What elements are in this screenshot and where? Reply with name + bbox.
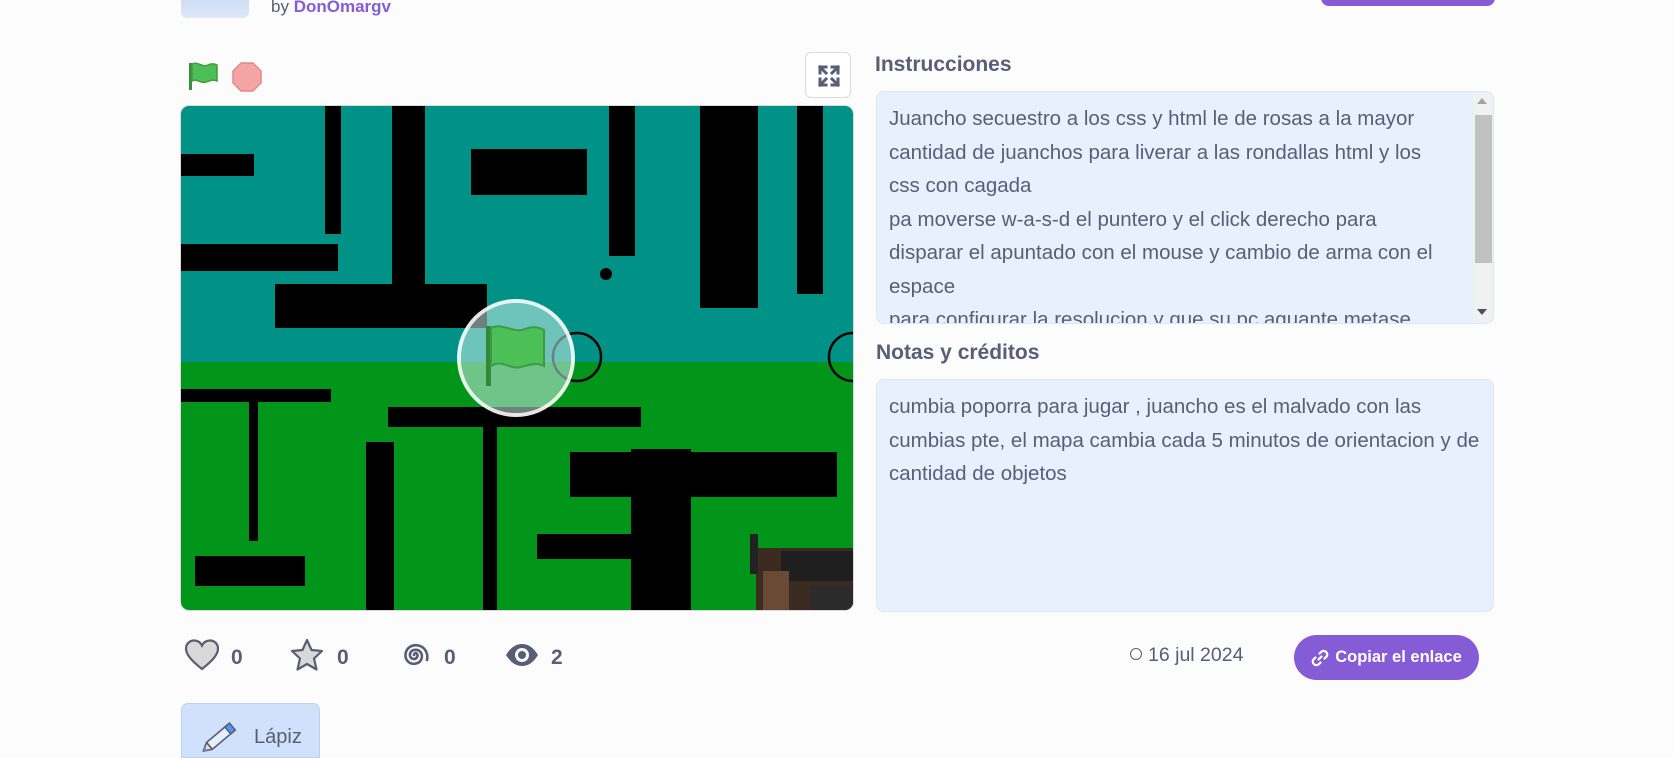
favorite-count: 0	[337, 646, 349, 669]
clock-icon	[1130, 648, 1142, 660]
remix-spiral-icon	[404, 643, 429, 666]
instructions-scrollbar[interactable]	[1473, 93, 1492, 322]
remix-count: 0	[444, 646, 456, 669]
favorite-stat[interactable]: 0	[289, 638, 359, 678]
stop-icon	[232, 62, 262, 92]
views-count: 2	[551, 646, 563, 669]
extension-chip: Lápiz	[181, 703, 320, 758]
views-stat: 2	[504, 638, 574, 678]
notes-text: cumbia poporra para jugar , juancho es e…	[889, 395, 1480, 485]
fullscreen-button[interactable]	[805, 52, 851, 98]
star-icon	[290, 638, 324, 671]
green-flag-icon	[189, 62, 218, 90]
stop-button[interactable]	[232, 62, 262, 92]
heart-icon	[184, 639, 220, 671]
extension-label: Lápiz	[254, 726, 302, 748]
remix-stat: 0	[397, 638, 467, 678]
scroll-up-arrow-icon[interactable]	[1477, 98, 1487, 104]
notes-title: Notas y créditos	[876, 341, 1040, 364]
header-action-button[interactable]	[1321, 0, 1495, 6]
link-icon	[1311, 649, 1329, 666]
author-avatar[interactable]	[181, 0, 249, 18]
instructions-title: Instrucciones	[875, 53, 1012, 76]
byline: by DonOmargv	[271, 0, 391, 17]
scroll-thumb[interactable]	[1475, 115, 1492, 263]
eye-icon	[506, 644, 538, 666]
copy-link-button[interactable]: Copiar el enlace	[1294, 635, 1479, 680]
scroll-down-arrow-icon[interactable]	[1477, 309, 1487, 315]
author-link[interactable]: DonOmargv	[294, 0, 391, 16]
notes-textarea[interactable]: cumbia poporra para jugar , juancho es e…	[876, 379, 1494, 612]
green-flag-button[interactable]	[186, 60, 220, 92]
copy-link-label: Copiar el enlace	[1335, 648, 1462, 666]
fullscreen-icon	[817, 64, 841, 88]
love-stat[interactable]: 0	[184, 638, 254, 678]
instructions-textarea[interactable]: Juancho secuestro a los css y html le de…	[876, 91, 1494, 324]
instructions-text: Juancho secuestro a los css y html le de…	[889, 107, 1433, 324]
pencil-icon	[202, 722, 237, 752]
start-project-button[interactable]	[461, 303, 571, 413]
love-count: 0	[231, 646, 243, 669]
share-date-text: 16 jul 2024	[1148, 644, 1244, 666]
share-date: 16 jul 2024	[1130, 644, 1243, 667]
green-flag-overlay-icon	[486, 325, 545, 386]
byline-prefix: by	[271, 0, 289, 16]
